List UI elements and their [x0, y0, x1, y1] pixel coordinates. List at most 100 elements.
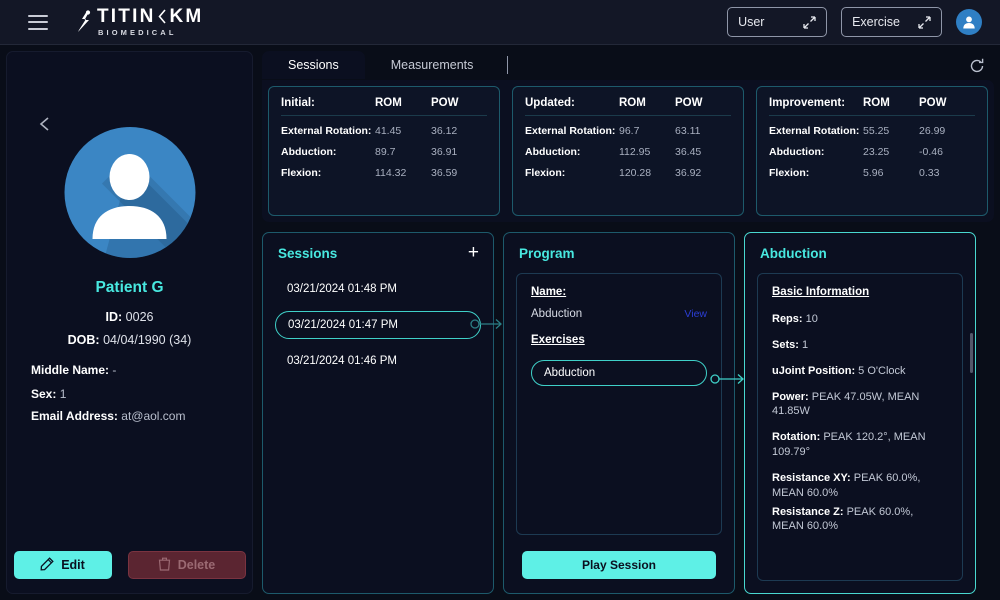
metric-row-label: External Rotation:: [525, 125, 616, 137]
metric-row-label: Abduction:: [769, 146, 825, 158]
metric-card-improvement: Improvement: ROM POW External Rotation: …: [756, 86, 988, 216]
patient-id-label: ID:: [105, 310, 123, 324]
session-list-item[interactable]: 03/21/2024 01:46 PM: [275, 347, 481, 375]
metric-row-label: External Rotation:: [281, 125, 372, 137]
middle-name-label: Middle Name:: [31, 363, 110, 377]
edit-button[interactable]: Edit: [13, 551, 112, 579]
app-header: TITIN KM BIOMEDICAL User Exercise: [0, 0, 1000, 45]
edit-button-label: Edit: [61, 558, 85, 572]
basic-information-title: Basic Information: [772, 286, 870, 298]
metric-card-initial: Initial: ROM POW External Rotation: 41.4…: [268, 86, 500, 216]
patient-dob-value: 04/04/1990 (34): [103, 333, 192, 347]
sessions-panel: Sessions + 03/21/2024 01:48 PM 03/21/202…: [262, 232, 494, 594]
metric-card-header: Improvement: ROM POW: [769, 97, 975, 116]
sex-value: 1: [59, 387, 67, 401]
metric-row-rom: 89.7: [375, 146, 396, 158]
metric-row-pow: 36.92: [675, 167, 702, 179]
metric-row-label: Flexion:: [281, 167, 322, 179]
back-arrow-icon[interactable]: [35, 114, 55, 134]
metric-col-pow: POW: [675, 97, 703, 109]
app-root: TITIN KM BIOMEDICAL User Exercise Patien…: [0, 0, 1000, 600]
metric-row-rom: 23.25: [863, 146, 890, 158]
metric-row-rom: 96.7: [619, 125, 640, 137]
metric-row: Abduction: 112.95 36.45: [525, 146, 731, 158]
delete-button-label: Delete: [177, 558, 216, 572]
metric-row-label: External Rotation:: [769, 125, 860, 137]
detail-label: Resistance Z:: [772, 505, 844, 518]
metric-card-title: Improvement:: [769, 97, 846, 109]
email-value: at@aol.com: [121, 409, 186, 423]
metric-row-pow: 36.91: [431, 146, 458, 158]
tab-sessions[interactable]: Sessions: [262, 51, 365, 79]
play-session-label: Play Session: [581, 558, 657, 572]
metric-row-rom: 120.28: [619, 167, 652, 179]
exercises-label: Exercises: [531, 334, 585, 346]
refresh-icon[interactable]: [968, 57, 986, 75]
exercise-button[interactable]: Exercise: [841, 7, 942, 37]
hamburger-icon[interactable]: [28, 14, 48, 30]
tab-measurements[interactable]: Measurements: [365, 51, 500, 79]
middle-name-value: -: [112, 363, 117, 377]
patient-middle-name: Middle Name: -: [31, 363, 116, 377]
session-list-item[interactable]: 03/21/2024 01:48 PM: [275, 275, 481, 303]
patient-actions: Edit Delete: [7, 551, 252, 579]
program-name-value: Abduction: [531, 308, 583, 320]
tab-sessions-label: Sessions: [288, 58, 339, 72]
program-details: Name: Abduction View Exercises Abduction: [516, 273, 722, 535]
tab-bar: Sessions Measurements: [262, 51, 994, 79]
titin-mark-icon: [76, 10, 93, 34]
exercise-detail-panel: Abduction Basic Information Reps: 10 Set…: [744, 232, 976, 594]
detail-label: Rotation:: [772, 431, 821, 444]
program-panel-title: Program: [519, 246, 575, 261]
session-item-label: 03/21/2024 01:47 PM: [288, 319, 398, 331]
session-list-item-selected[interactable]: 03/21/2024 01:47 PM: [275, 311, 481, 339]
patient-id-value: 0026: [125, 310, 154, 324]
exercise-item-label: Abduction: [544, 367, 596, 379]
metric-row: Flexion: 114.32 36.59: [281, 167, 487, 179]
expand-icon: [918, 15, 931, 29]
metric-col-rom: ROM: [375, 97, 402, 109]
session-item-label: 03/21/2024 01:46 PM: [287, 355, 397, 367]
user-avatar-icon[interactable]: [956, 9, 982, 35]
delete-button[interactable]: Delete: [127, 551, 246, 579]
session-list: 03/21/2024 01:48 PM 03/21/2024 01:47 PM …: [263, 275, 493, 375]
detail-label: uJoint Position:: [772, 364, 856, 377]
metric-card-title: Initial:: [281, 97, 315, 109]
user-button[interactable]: User: [727, 7, 828, 37]
plus-icon[interactable]: +: [468, 243, 479, 262]
session-item-label: 03/21/2024 01:48 PM: [287, 283, 397, 295]
program-panel: Program Name: Abduction View Exercises A…: [503, 232, 735, 594]
metric-row-pow: 26.99: [919, 125, 946, 137]
view-link[interactable]: View: [684, 308, 707, 320]
logo-km: KM: [169, 6, 204, 28]
play-session-button[interactable]: Play Session: [522, 551, 716, 579]
detail-value: 1: [801, 338, 809, 351]
metric-row-rom: 55.25: [863, 125, 890, 137]
header-actions: User Exercise: [727, 7, 982, 37]
patient-sidebar: Patient G ID: 0026 DOB: 04/04/1990 (34) …: [6, 51, 253, 594]
logo-subtitle: BIOMEDICAL: [98, 28, 177, 38]
metric-col-pow: POW: [919, 97, 947, 109]
trash-icon: [158, 557, 171, 574]
metric-row: External Rotation: 41.45 36.12: [281, 125, 487, 137]
metric-row-pow: 36.59: [431, 167, 458, 179]
metric-card-header: Initial: ROM POW: [281, 97, 487, 116]
detail-panel-title: Abduction: [760, 246, 827, 261]
detail-row-sets: Sets: 1: [772, 338, 948, 353]
logo-title: TITIN: [97, 6, 156, 28]
program-name-label: Name:: [531, 286, 567, 298]
metric-col-rom: ROM: [619, 97, 646, 109]
metrics-row: Initial: ROM POW External Rotation: 41.4…: [262, 80, 994, 222]
user-button-label: User: [738, 15, 765, 29]
metric-row: Flexion: 5.96 0.33: [769, 167, 975, 179]
patient-id: ID: 0026: [7, 310, 252, 324]
metric-row-pow: 0.33: [919, 167, 940, 179]
detail-panel-scrollbar[interactable]: [970, 333, 973, 373]
metric-row: Abduction: 23.25 -0.46: [769, 146, 975, 158]
detail-value: 10: [805, 313, 818, 325]
exercise-item-abduction[interactable]: Abduction: [531, 360, 707, 386]
metric-row: External Rotation: 55.25 26.99: [769, 125, 975, 137]
detail-row-reps: Reps: 10: [772, 312, 948, 327]
exercise-button-label: Exercise: [852, 15, 900, 29]
metric-row-label: Abduction:: [525, 146, 581, 158]
